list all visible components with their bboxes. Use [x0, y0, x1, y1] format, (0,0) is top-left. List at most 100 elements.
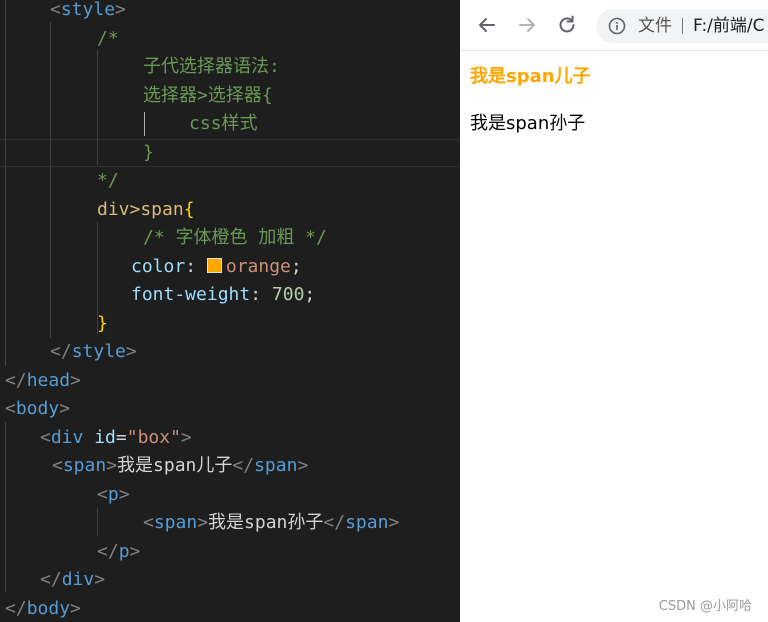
code-token: <	[40, 426, 51, 448]
code-line[interactable]: <p>	[97, 481, 130, 509]
code-token: {	[183, 198, 195, 220]
code-token: */	[97, 170, 119, 191]
code-line[interactable]: div>span{	[97, 196, 195, 224]
code-line[interactable]: </div>	[40, 566, 105, 594]
code-token: </	[97, 540, 119, 562]
code-token: :	[185, 255, 207, 277]
code-token: span	[254, 455, 298, 476]
code-line[interactable]: <body>	[5, 395, 70, 423]
code-token: span	[153, 512, 198, 533]
code-token: >	[118, 483, 130, 505]
indent-guide	[5, 422, 6, 592]
info-icon[interactable]	[608, 17, 626, 35]
code-token: <	[5, 398, 16, 419]
text-cursor	[144, 112, 145, 136]
code-token: >	[297, 455, 309, 476]
code-line[interactable]: <div id="box">	[40, 424, 192, 452]
color-swatch-icon[interactable]	[206, 257, 222, 273]
code-token: ;	[290, 255, 302, 277]
code-token: </	[5, 369, 27, 391]
code-line[interactable]: <span>我是span儿子</span>	[52, 452, 308, 480]
code-token: div	[50, 426, 84, 448]
code-token: >	[59, 398, 71, 419]
span-son-text: 我是span儿子	[470, 66, 591, 87]
code-line[interactable]: 选择器>选择器{	[143, 82, 273, 110]
code-token: <	[97, 483, 108, 505]
code-token: "box"	[126, 426, 181, 448]
code-token: >	[180, 426, 192, 448]
indent-guide	[50, 22, 51, 338]
code-token: <	[50, 0, 61, 20]
code-token: >	[388, 512, 400, 533]
file-scheme-label: 文件	[638, 16, 672, 36]
code-token: color	[131, 255, 186, 277]
code-token: 子代选择器语法:	[143, 56, 280, 77]
code-token: /* 字体橙色 加粗 */	[143, 227, 327, 248]
code-token: css样式	[189, 113, 258, 134]
code-token: body	[15, 398, 60, 419]
code-token: >	[129, 540, 141, 562]
code-token: span	[345, 512, 389, 533]
code-token: </	[40, 569, 62, 590]
code-token: <	[52, 455, 63, 476]
code-token: >	[106, 455, 118, 476]
code-token: orange	[225, 255, 291, 277]
code-line[interactable]: font-weight: 700;	[131, 281, 315, 309]
code-token: }	[143, 141, 154, 163]
address-separator	[682, 18, 683, 34]
browser-window: 文件 F:/前端/C 我是span儿子 我是span孙子 CSDN @小阿哈	[460, 0, 768, 622]
code-line[interactable]: /* 字体橙色 加粗 */	[143, 224, 327, 252]
code-token: div	[61, 569, 95, 590]
code-token: 选择器>选择器{	[143, 84, 273, 106]
code-line[interactable]: color: orange;	[131, 253, 302, 281]
code-token: </	[5, 597, 27, 619]
code-line[interactable]: css样式	[189, 110, 258, 138]
forward-button[interactable]	[514, 12, 540, 38]
code-token: span	[62, 455, 107, 476]
code-token: </	[50, 341, 72, 362]
current-line-highlight	[0, 139, 460, 167]
reload-button[interactable]	[554, 12, 580, 38]
code-token: >	[125, 341, 137, 362]
forward-arrow-icon	[519, 18, 535, 32]
code-token: id	[94, 426, 116, 448]
code-editor[interactable]: <style>/* 子代选择器语法: 选择器>选择器{css样式} */div>spa…	[0, 0, 460, 622]
code-line[interactable]: <span>我是span孙子</span>	[143, 509, 399, 537]
code-line[interactable]: /*	[97, 25, 119, 53]
back-arrow-icon	[479, 18, 495, 32]
browser-toolbar: 文件 F:/前端/C	[460, 0, 768, 51]
code-line[interactable]: }	[143, 139, 154, 167]
code-token: </	[323, 512, 346, 533]
code-line[interactable]: */	[97, 167, 119, 195]
code-token: head	[26, 369, 71, 391]
code-token: >	[197, 512, 209, 533]
code-line[interactable]: </p>	[97, 538, 140, 566]
indent-guide	[5, 0, 6, 366]
code-line[interactable]: }	[97, 310, 108, 338]
code-line[interactable]: 子代选择器语法:	[143, 53, 280, 81]
code-line[interactable]: <style>	[50, 0, 126, 24]
url-text[interactable]: F:/前端/C	[693, 9, 765, 43]
address-bar[interactable]: 文件 F:/前端/C	[596, 9, 768, 43]
code-line[interactable]: </body>	[5, 595, 81, 622]
indent-guide	[97, 508, 98, 536]
indent-guide	[97, 50, 98, 165]
code-token: p	[118, 540, 130, 562]
code-line[interactable]: </head>	[5, 367, 81, 395]
code-token: :	[250, 284, 272, 305]
code-token: >	[115, 0, 126, 20]
code-token: div>span	[97, 198, 184, 220]
code-line[interactable]: </style>	[50, 338, 137, 366]
code-token: }	[97, 312, 108, 334]
code-token: 我是span儿子	[117, 455, 233, 476]
code-token: >	[70, 369, 81, 391]
code-token: ;	[304, 284, 316, 305]
code-token: =	[115, 426, 127, 448]
code-token: style	[71, 341, 126, 362]
code-token: <	[143, 512, 154, 533]
code-token: p	[107, 483, 119, 505]
code-token: </	[232, 455, 255, 476]
back-button[interactable]	[474, 12, 500, 38]
code-token: style	[60, 0, 116, 20]
